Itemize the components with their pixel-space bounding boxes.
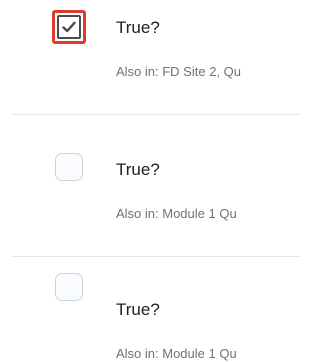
question-title[interactable]: True?: [116, 18, 160, 38]
question-select-checkbox[interactable]: [52, 150, 86, 184]
question-list: True? Also in: FD Site 2, Qu True? Also …: [0, 0, 300, 361]
checkbox-checked-focused[interactable]: [52, 10, 86, 44]
also-in-text: Also in: Module 1 Qu: [116, 206, 237, 221]
question-title[interactable]: True?: [116, 160, 160, 180]
question-item: True? Also in: FD Site 2, Qu: [0, 0, 300, 120]
checkbox-unchecked[interactable]: [55, 273, 83, 301]
checkmark-icon: [62, 21, 76, 33]
question-select-checkbox[interactable]: [52, 10, 86, 44]
question-item: True? Also in: Module 1 Qu: [0, 240, 300, 361]
checkbox-unchecked[interactable]: [55, 153, 83, 181]
question-item: True? Also in: Module 1 Qu: [0, 120, 300, 240]
checkbox-box: [57, 15, 81, 39]
also-in-text: Also in: FD Site 2, Qu: [116, 64, 241, 79]
question-title[interactable]: True?: [116, 300, 160, 320]
divider: [12, 114, 300, 115]
question-select-checkbox[interactable]: [52, 270, 86, 304]
